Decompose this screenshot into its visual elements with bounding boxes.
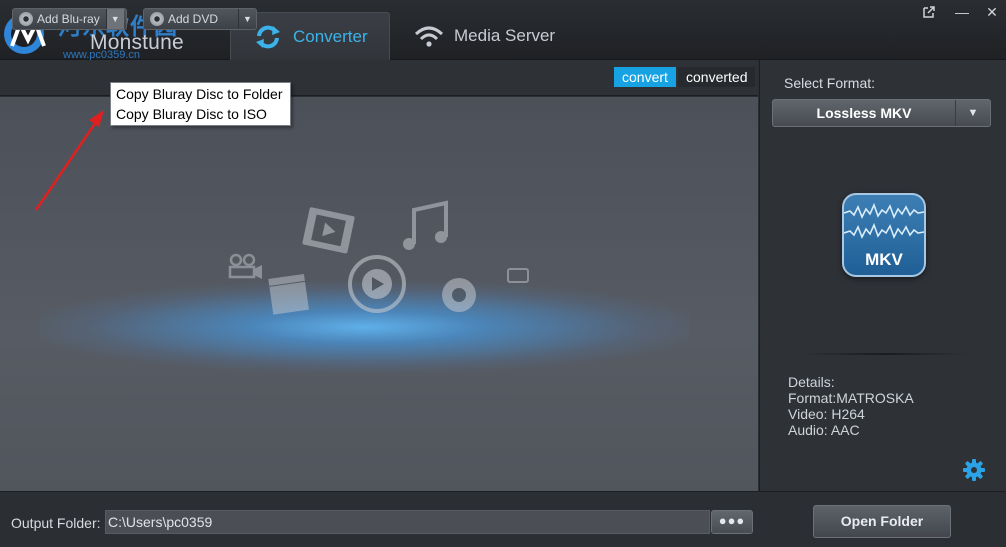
close-button[interactable]: ✕ [984,4,1000,20]
menu-item-copy-to-iso[interactable]: Copy Bluray Disc to ISO [111,104,290,124]
details-audio: Audio: AAC [788,422,860,438]
add-dvd-dropdown-arrow[interactable]: ▼ [238,9,256,29]
browse-button[interactable]: ●●● [711,510,753,534]
webcam-icon [442,278,476,312]
tab-converted[interactable]: converted [678,67,756,87]
media-illustration [34,110,529,315]
file-drop-area[interactable] [0,97,758,491]
bluray-disc-icon [19,12,33,26]
details-title: Details: [788,374,835,390]
video-camera-icon [228,253,262,279]
add-bluray-dropdown-arrow[interactable]: ▼ [105,9,124,29]
output-folder-input[interactable]: C:\Users\pc0359 [105,510,710,534]
bottom-bar: Output Folder: C:\Users\pc0359 ●●● Open … [0,491,1006,547]
details-video: Video: H264 [788,406,865,422]
chevron-down-icon[interactable]: ▼ [955,100,990,126]
film-strip-icon [302,207,355,254]
output-folder-label: Output Folder: [11,515,101,531]
format-select[interactable]: Lossless MKV ▼ [772,99,991,127]
tab-converter-label: Converter [293,26,368,46]
details-format: Format:MATROSKA [788,390,914,406]
annotation-arrow-icon [34,110,104,211]
music-note-icon [403,200,448,250]
add-bluray-dropdown-menu: Copy Bluray Disc to Folder Copy Bluray D… [110,82,291,126]
refresh-icon [256,25,280,48]
minimize-button[interactable]: — [954,4,970,20]
waveform-icon [844,202,924,240]
gear-icon[interactable] [963,459,985,481]
tab-media-server-label: Media Server [454,26,556,45]
tab-convert[interactable]: convert [614,67,676,87]
external-link-icon[interactable] [921,4,937,20]
add-bluray-label: Add Blu-ray [37,12,100,26]
clapper-board-icon [268,273,309,315]
format-details: Details: Format:MATROSKA Video: H264 Aud… [788,374,914,438]
tab-media-server[interactable]: Media Server [408,12,578,60]
divider [800,353,970,355]
open-folder-button[interactable]: Open Folder [813,505,951,538]
add-bluray-button[interactable]: Add Blu-ray ▼ [12,8,127,30]
dvd-disc-icon [150,12,164,26]
hd-badge-icon [507,268,529,283]
add-dvd-button[interactable]: Add DVD ▼ [143,8,257,30]
selected-format: Lossless MKV [816,105,912,121]
add-dvd-label: Add DVD [168,12,219,26]
play-circle-icon [348,255,406,313]
mkv-format-icon: MKV [842,193,926,277]
menu-item-copy-to-folder[interactable]: Copy Bluray Disc to Folder [111,84,290,104]
mkv-icon-label: MKV [865,250,903,269]
select-format-label: Select Format: [784,75,876,91]
format-panel: Select Format: Lossless MKV ▼ MKV Detail… [759,60,1006,491]
wifi-icon [414,26,444,47]
